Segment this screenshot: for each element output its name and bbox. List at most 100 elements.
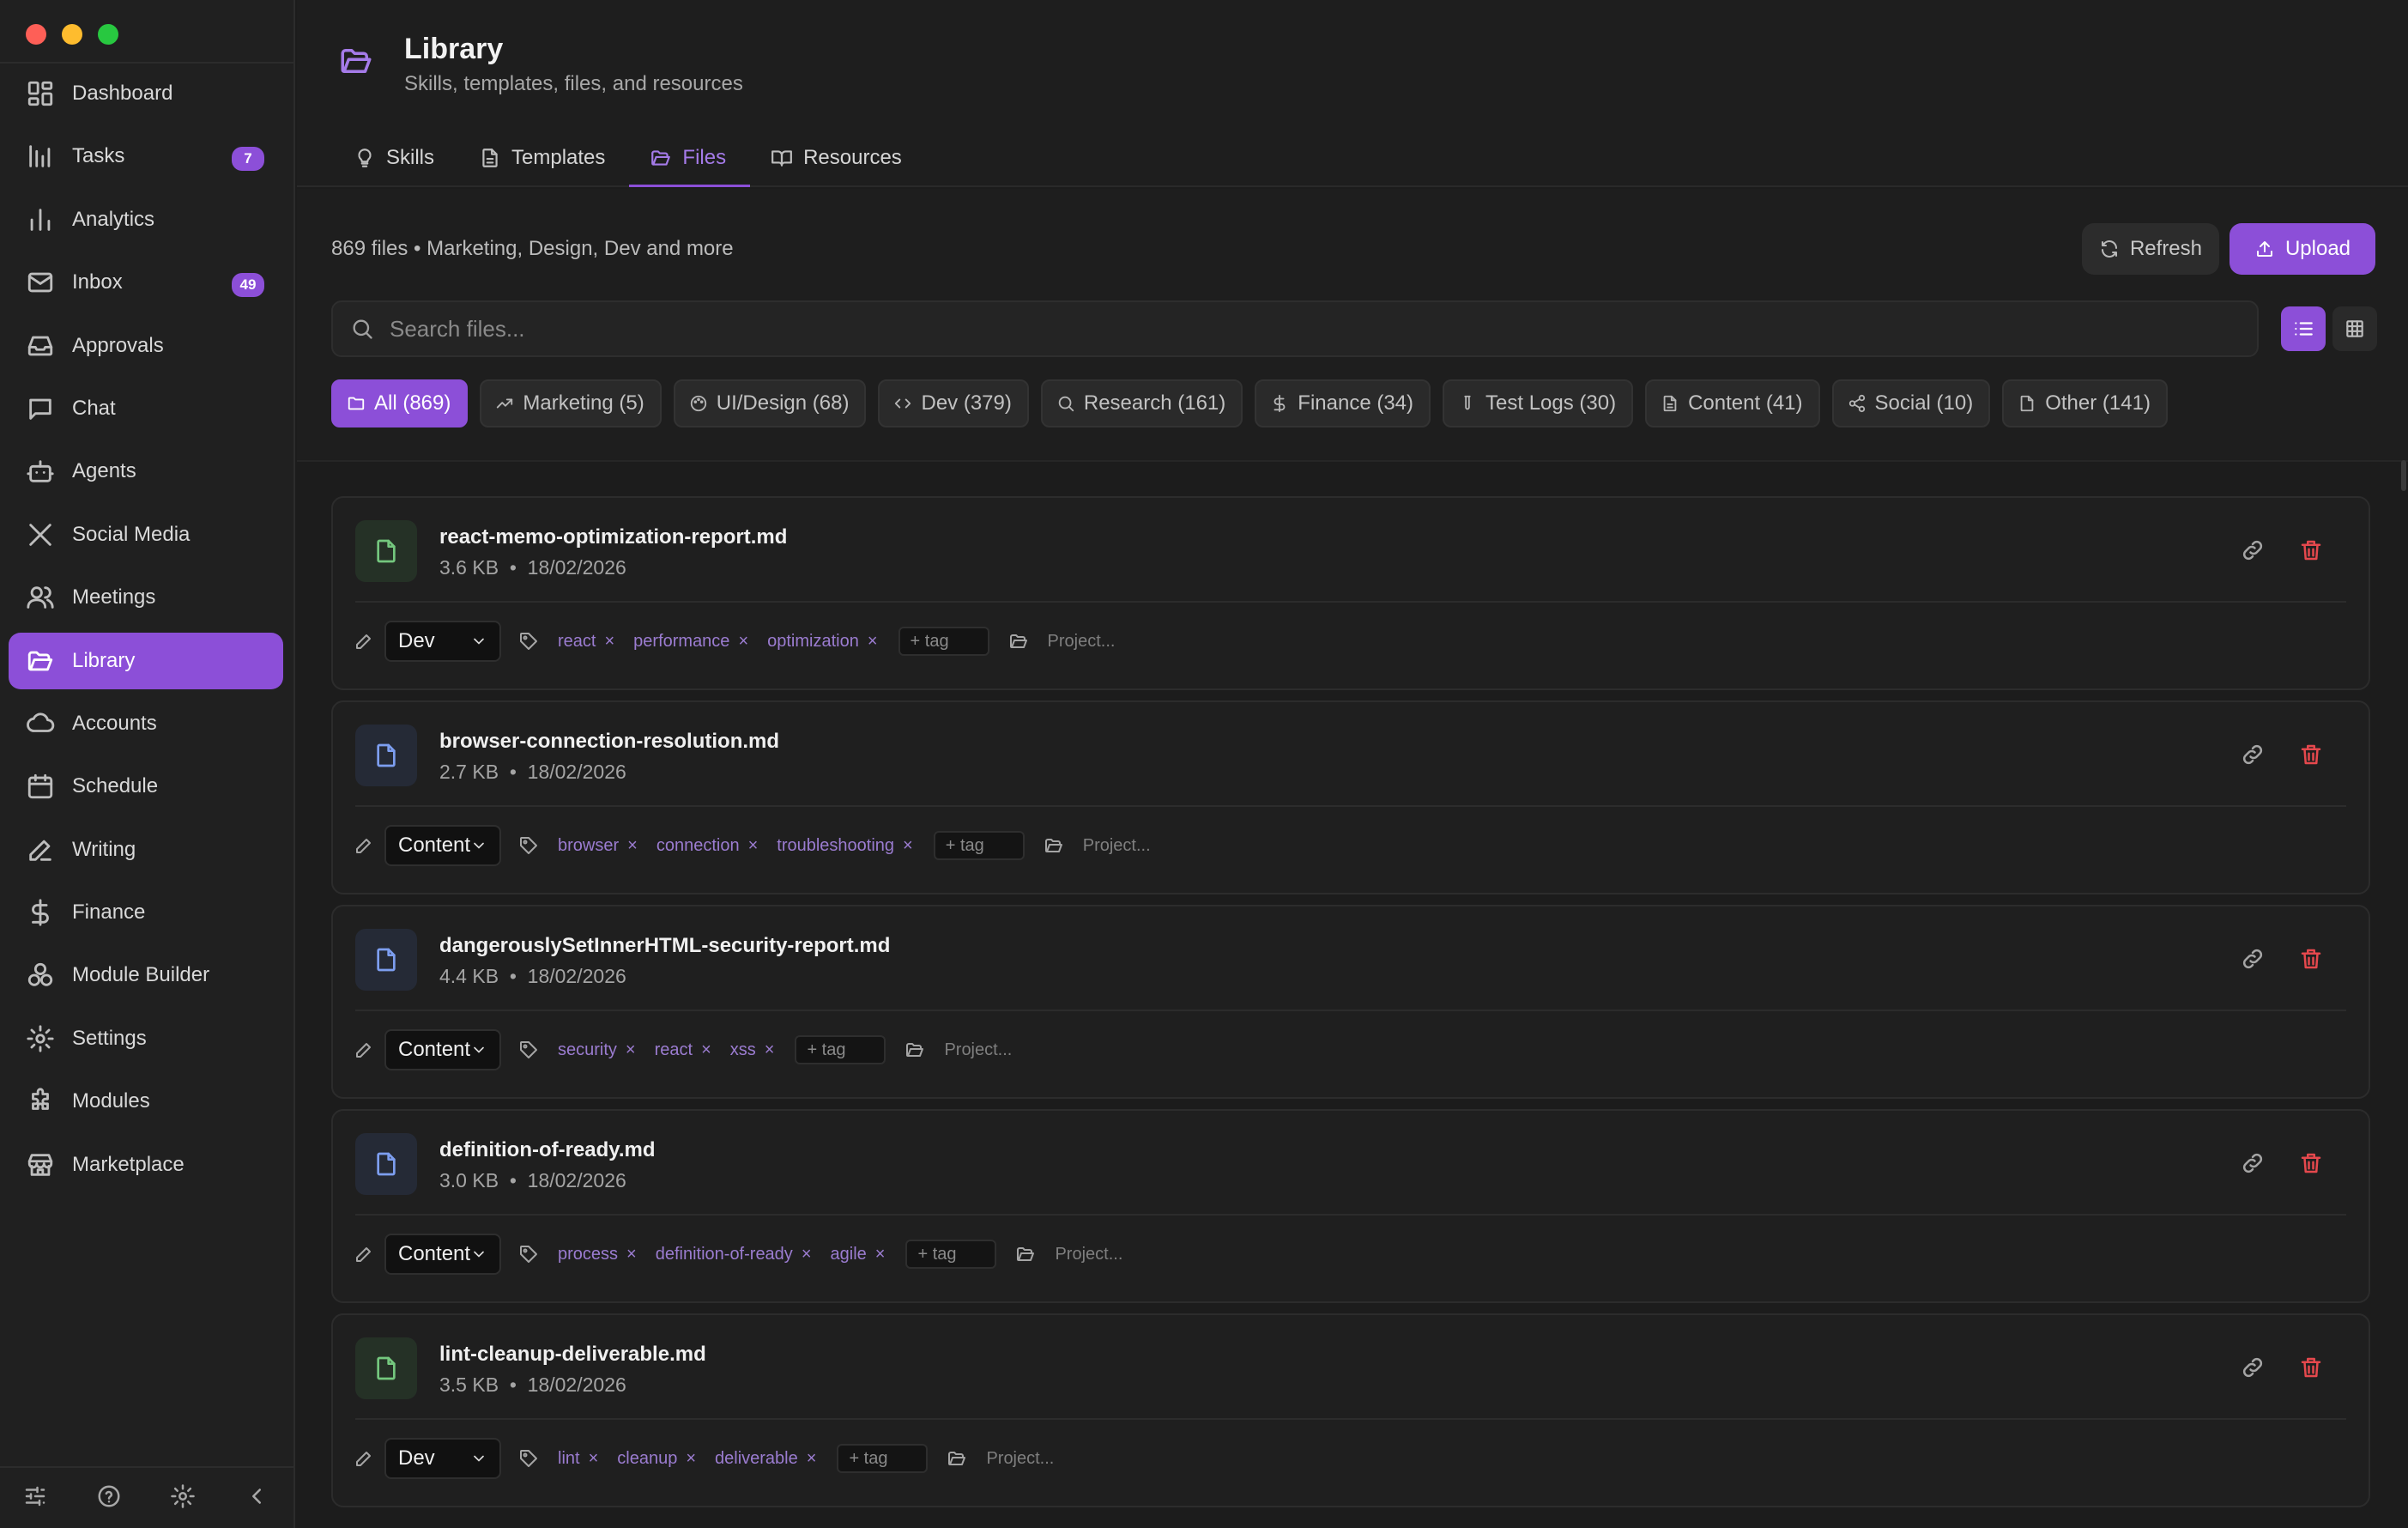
remove-tag-icon[interactable]: × bbox=[626, 1245, 637, 1264]
sidebar-item-social-media[interactable]: Social Media bbox=[9, 506, 283, 563]
sidebar-item-inbox[interactable]: Inbox 49 bbox=[9, 254, 283, 311]
remove-tag-icon[interactable]: × bbox=[802, 1245, 812, 1264]
filter-chip[interactable]: Finance (34) bbox=[1255, 379, 1431, 427]
grid-view-button[interactable] bbox=[2332, 306, 2377, 351]
remove-tag-icon[interactable]: × bbox=[686, 1449, 696, 1469]
add-tag-input[interactable]: + tag bbox=[905, 1240, 997, 1269]
sidebar-item-approvals[interactable]: Approvals bbox=[9, 318, 283, 374]
link-icon[interactable] bbox=[2240, 1150, 2266, 1180]
add-tag-input[interactable]: + tag bbox=[933, 831, 1025, 860]
filter-chip[interactable]: Marketing (5) bbox=[480, 379, 662, 427]
sidebar-item-writing[interactable]: Writing bbox=[9, 822, 283, 878]
collapse-sidebar-icon[interactable] bbox=[244, 1483, 269, 1513]
sidebar-item-accounts[interactable]: Accounts bbox=[9, 695, 283, 752]
tag-chip[interactable]: react × bbox=[655, 1040, 711, 1060]
category-select[interactable]: Dev bbox=[384, 1438, 501, 1479]
search-input[interactable] bbox=[390, 315, 2106, 343]
project-input[interactable]: Project... bbox=[1055, 1245, 1122, 1264]
filter-chip[interactable]: Research (161) bbox=[1040, 379, 1243, 427]
filter-chip[interactable]: Test Logs (30) bbox=[1443, 379, 1634, 427]
link-icon[interactable] bbox=[2240, 946, 2266, 976]
refresh-button[interactable]: Refresh bbox=[2082, 223, 2219, 275]
maximize-window-button[interactable] bbox=[98, 24, 118, 45]
remove-tag-icon[interactable]: × bbox=[589, 1449, 599, 1469]
upload-button[interactable]: Upload bbox=[2230, 223, 2375, 275]
tag-chip[interactable]: browser × bbox=[558, 836, 638, 856]
sidebar-item-module-builder[interactable]: Module Builder bbox=[9, 947, 283, 1004]
sidebar-item-dashboard[interactable]: Dashboard bbox=[9, 65, 283, 122]
help-icon[interactable] bbox=[96, 1483, 122, 1513]
add-tag-input[interactable]: + tag bbox=[898, 627, 989, 656]
project-input[interactable]: Project... bbox=[944, 1040, 1012, 1060]
close-window-button[interactable] bbox=[26, 24, 46, 45]
remove-tag-icon[interactable]: × bbox=[875, 1245, 886, 1264]
filter-chip[interactable]: Dev (379) bbox=[878, 379, 1029, 427]
scrollbar[interactable] bbox=[2401, 460, 2406, 491]
sidebar-item-meetings[interactable]: Meetings bbox=[9, 569, 283, 626]
remove-tag-icon[interactable]: × bbox=[627, 836, 638, 856]
project-input[interactable]: Project... bbox=[986, 1449, 1054, 1469]
tag-chip[interactable]: troubleshooting × bbox=[777, 836, 912, 856]
tab-skills[interactable]: Skills bbox=[333, 129, 458, 187]
sidebar-item-marketplace[interactable]: Marketplace bbox=[9, 1137, 283, 1193]
tag-chip[interactable]: react × bbox=[558, 632, 614, 652]
filter-chip[interactable]: Other (141) bbox=[2002, 379, 2168, 427]
sidebar-item-settings[interactable]: Settings bbox=[9, 1010, 283, 1067]
tag-chip[interactable]: security × bbox=[558, 1040, 636, 1060]
trash-icon[interactable] bbox=[2298, 537, 2324, 567]
file-name[interactable]: react-memo-optimization-report.md bbox=[439, 525, 787, 549]
filter-chip[interactable]: Content (41) bbox=[1645, 379, 1820, 427]
remove-tag-icon[interactable]: × bbox=[738, 632, 748, 652]
remove-tag-icon[interactable]: × bbox=[868, 632, 878, 652]
sidebar-item-agents[interactable]: Agents bbox=[9, 443, 283, 500]
trash-icon[interactable] bbox=[2298, 1355, 2324, 1385]
list-view-button[interactable] bbox=[2281, 306, 2326, 351]
sidebar-item-tasks[interactable]: Tasks 7 bbox=[9, 128, 283, 185]
filter-chip[interactable]: All (869) bbox=[331, 379, 469, 427]
project-input[interactable]: Project... bbox=[1048, 632, 1116, 652]
sidebar-item-modules[interactable]: Modules bbox=[9, 1073, 283, 1130]
category-select[interactable]: Dev bbox=[384, 621, 501, 662]
file-name[interactable]: browser-connection-resolution.md bbox=[439, 730, 779, 754]
category-select[interactable]: Content bbox=[384, 825, 501, 866]
file-name[interactable]: lint-cleanup-deliverable.md bbox=[439, 1343, 706, 1367]
tag-chip[interactable]: cleanup × bbox=[617, 1449, 696, 1469]
gear-icon[interactable] bbox=[170, 1483, 196, 1513]
category-select[interactable]: Content bbox=[384, 1029, 501, 1070]
tab-templates[interactable]: Templates bbox=[458, 129, 629, 187]
tag-chip[interactable]: optimization × bbox=[767, 632, 877, 652]
file-name[interactable]: definition-of-ready.md bbox=[439, 1138, 656, 1162]
tag-chip[interactable]: lint × bbox=[558, 1449, 598, 1469]
sliders-icon[interactable] bbox=[22, 1483, 48, 1513]
tag-chip[interactable]: performance × bbox=[633, 632, 748, 652]
link-icon[interactable] bbox=[2240, 742, 2266, 772]
tag-chip[interactable]: xss × bbox=[730, 1040, 775, 1060]
file-name[interactable]: dangerouslySetInnerHTML-security-report.… bbox=[439, 934, 890, 958]
sidebar-item-library[interactable]: Library bbox=[9, 632, 283, 689]
minimize-window-button[interactable] bbox=[62, 24, 82, 45]
tab-resources[interactable]: Resources bbox=[750, 129, 926, 187]
filter-chip[interactable]: Social (10) bbox=[1831, 379, 1991, 427]
link-icon[interactable] bbox=[2240, 1355, 2266, 1385]
sidebar-item-chat[interactable]: Chat bbox=[9, 380, 283, 437]
tag-chip[interactable]: deliverable × bbox=[715, 1449, 816, 1469]
tab-files[interactable]: Files bbox=[629, 129, 750, 187]
tag-chip[interactable]: definition-of-ready × bbox=[656, 1245, 812, 1264]
sidebar-item-finance[interactable]: Finance bbox=[9, 884, 283, 941]
trash-icon[interactable] bbox=[2298, 946, 2324, 976]
remove-tag-icon[interactable]: × bbox=[604, 632, 614, 652]
remove-tag-icon[interactable]: × bbox=[701, 1040, 711, 1060]
remove-tag-icon[interactable]: × bbox=[748, 836, 759, 856]
remove-tag-icon[interactable]: × bbox=[626, 1040, 636, 1060]
trash-icon[interactable] bbox=[2298, 742, 2324, 772]
tag-chip[interactable]: process × bbox=[558, 1245, 637, 1264]
filter-chip[interactable]: UI/Design (68) bbox=[673, 379, 867, 427]
link-icon[interactable] bbox=[2240, 537, 2266, 567]
tag-chip[interactable]: connection × bbox=[656, 836, 758, 856]
remove-tag-icon[interactable]: × bbox=[903, 836, 913, 856]
remove-tag-icon[interactable]: × bbox=[765, 1040, 775, 1060]
add-tag-input[interactable]: + tag bbox=[795, 1035, 886, 1064]
sidebar-item-schedule[interactable]: Schedule bbox=[9, 758, 283, 815]
remove-tag-icon[interactable]: × bbox=[807, 1449, 817, 1469]
tag-chip[interactable]: agile × bbox=[831, 1245, 886, 1264]
